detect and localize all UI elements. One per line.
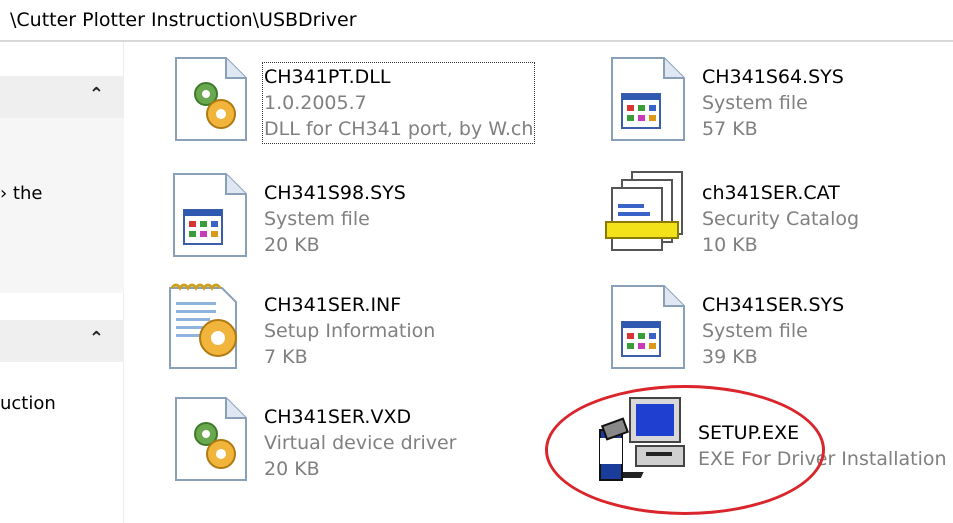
task-section-header-1[interactable]: ⌃ [0,76,124,118]
file-name: CH341SER.VXD [264,406,412,428]
collapse-chevron-icon[interactable]: ⌃ [89,328,104,349]
dll-gear-icon [175,397,247,481]
file-name: ch341SER.CAT [702,182,840,204]
file-name: CH341SER.SYS [702,294,845,316]
file-name: CH341PT.DLL [264,66,391,88]
file-type: System file [264,208,370,230]
security-catalog-icon [605,171,683,251]
dll-gear-icon [175,57,247,141]
file-size: 20 KB [264,234,320,256]
collapse-chevron-icon[interactable]: ⌃ [89,84,104,105]
address-path: \Cutter Plotter Instruction\USBDriver [10,9,357,31]
file-item-ch341ser-inf[interactable]: CH341SER.INF Setup Information 7 KB [166,282,556,382]
file-label: CH341S98.SYS System file 20 KB [264,180,406,258]
file-size: 10 KB [702,234,758,256]
file-name: CH341S98.SYS [264,182,406,204]
file-label: ch341SER.CAT Security Catalog 10 KB [702,180,859,258]
file-type: System file [702,320,808,342]
file-size: 57 KB [702,118,758,140]
file-size: 7 KB [264,346,308,368]
system-file-icon [611,57,685,141]
file-label: CH341SER.VXD Virtual device driver 20 KB [264,404,456,482]
file-item-ch341pt-dll[interactable]: CH341PT.DLL 1.0.2005.7 DLL for CH341 por… [166,54,556,154]
highlight-circle [545,385,825,515]
file-version: 1.0.2005.7 [264,92,367,114]
file-item-ch341s64-sys[interactable]: CH341S64.SYS System file 57 KB [604,54,944,154]
file-description: DLL for CH341 port, by W.ch [264,118,534,140]
file-label: CH341S64.SYS System file 57 KB [702,64,844,142]
file-type: Setup Information [264,320,436,342]
file-label: CH341SER.INF Setup Information 7 KB [264,292,435,370]
file-item-ch341ser-sys[interactable]: CH341SER.SYS System file 39 KB [604,282,944,382]
file-item-ch341s98-sys[interactable]: CH341S98.SYS System file 20 KB [166,170,556,270]
setup-information-icon [169,283,237,369]
file-label: CH341SER.SYS System file 39 KB [702,292,844,370]
file-name: CH341S64.SYS [702,66,844,88]
file-type: System file [702,92,808,114]
file-item-ch341ser-cat[interactable]: ch341SER.CAT Security Catalog 10 KB [604,170,944,270]
address-divider [0,40,953,42]
task-section-text-1[interactable]: › the [0,183,42,204]
file-type: Virtual device driver [264,432,457,454]
file-size: 20 KB [264,458,320,480]
address-bar[interactable]: \Cutter Plotter Instruction\USBDriver [0,0,953,42]
system-file-icon [611,285,685,369]
file-name: CH341SER.INF [264,294,402,316]
task-section-header-2[interactable]: ⌃ [0,320,124,362]
task-section-body-1 [0,118,124,293]
task-section-text-2[interactable]: uction [0,393,56,414]
system-file-icon [173,173,247,257]
file-type: Security Catalog [702,208,860,230]
file-item-ch341ser-vxd[interactable]: CH341SER.VXD Virtual device driver 20 KB [166,394,556,494]
file-size: 39 KB [702,346,758,368]
file-label: CH341PT.DLL 1.0.2005.7 DLL for CH341 por… [261,62,536,144]
